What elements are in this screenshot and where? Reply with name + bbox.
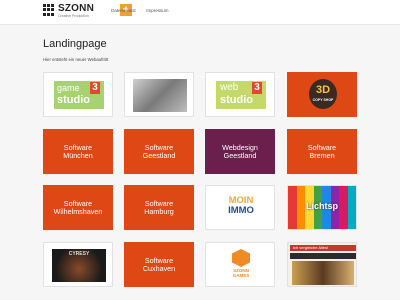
3d-copy-shop-logo: 3D COPY SHOP <box>309 79 337 109</box>
shop-banner-image: ich vergleiche Alles! <box>288 243 356 286</box>
tile-label: Software München <box>63 142 93 160</box>
szonn-games-title: SZONN GAMES <box>232 268 250 278</box>
tile-software-bremen[interactable]: Software Bremen <box>287 129 357 174</box>
web3studio-number: 3 <box>252 82 262 94</box>
grid-logo-icon <box>43 4 55 16</box>
tile-label: Webdesign Geestland <box>222 142 258 160</box>
lichtspiel-logo: Lichtsp <box>305 201 338 211</box>
tile-software-muenchen[interactable]: Software München <box>43 129 113 174</box>
moin-immo-word2: IMMO <box>228 205 254 216</box>
3d-copy-shop-word1: 3D <box>315 84 331 96</box>
szonn-games-logo: SZONN GAMES <box>230 249 252 281</box>
tile-game3studio[interactable]: game studio 3 <box>43 72 113 117</box>
cyresy-image: CYRESY <box>52 249 106 282</box>
brand-name: SZONN <box>58 3 94 14</box>
shop-headline: ich vergleiche Alles! <box>293 245 329 250</box>
tile-moin-immo[interactable]: MOIN IMMO <box>205 185 275 230</box>
moin-immo-logo: MOIN IMMO <box>220 196 262 216</box>
tile-shop-banner[interactable]: ich vergleiche Alles! <box>287 242 357 287</box>
top-nav: Datenschutz Impressum <box>111 8 178 13</box>
hexagon-icon <box>232 249 250 267</box>
web3studio-word2: studio <box>220 94 253 106</box>
tile-label: Software Bremen <box>307 142 337 160</box>
game3studio-logo: game studio 3 <box>54 81 104 109</box>
tile-label: Software Geestland <box>142 142 176 160</box>
intro-text: Hier entsteht ein neuer Webauftritt <box>43 57 109 62</box>
game3studio-word1: game <box>57 83 80 93</box>
tile-szonn-games[interactable]: SZONN GAMES <box>205 242 275 287</box>
tile-software-wilhelmshaven[interactable]: Software Wilhelmshaven <box>43 185 113 230</box>
tile-3d-copy-shop[interactable]: 3D COPY SHOP <box>287 72 357 117</box>
web3studio-word1: web <box>220 82 239 93</box>
page-title: Landingpage <box>43 38 107 50</box>
tile-web3studio[interactable]: web studio 3 <box>205 72 275 117</box>
tile-lichtspiel[interactable]: Lichtsp <box>287 185 357 230</box>
game3studio-number: 3 <box>90 82 100 94</box>
shop-photo <box>292 261 354 285</box>
tile-software-hamburg[interactable]: Software Hamburg <box>124 185 194 230</box>
tile-webdesign-geestland[interactable]: Webdesign Geestland <box>205 129 275 174</box>
web3studio-logo: web studio 3 <box>216 81 266 109</box>
brand-subtitle: Creative Produktion <box>58 14 89 18</box>
3d-copy-shop-word2: COPY SHOP <box>312 98 334 102</box>
shop-subbar <box>290 253 356 259</box>
tile-label: Software Cuxhaven <box>142 255 176 273</box>
top-bar: SZONN Creative Produktion + Datenschutz … <box>0 0 400 25</box>
tile-software-cuxhaven[interactable]: Software Cuxhaven <box>124 242 194 287</box>
tile-software-geestland[interactable]: Software Geestland <box>124 129 194 174</box>
shop-headline-bar: ich vergleiche Alles! <box>290 245 356 251</box>
cyresy-title: CYRESY <box>68 251 90 257</box>
nav-link-datenschutz[interactable]: Datenschutz <box>111 8 136 13</box>
nav-link-impressum[interactable]: Impressum <box>146 8 168 13</box>
tile-label: Software Wilhelmshaven <box>53 198 103 216</box>
photo-collage-image <box>133 79 187 112</box>
tile-cyresy[interactable]: CYRESY <box>43 242 113 287</box>
tile-label: Software Hamburg <box>144 198 174 216</box>
project-grid: game studio 3 web studio 3 3D COPY SHOP … <box>43 72 357 300</box>
game3studio-word2: studio <box>57 94 90 106</box>
tile-photo-collage[interactable] <box>124 72 194 117</box>
